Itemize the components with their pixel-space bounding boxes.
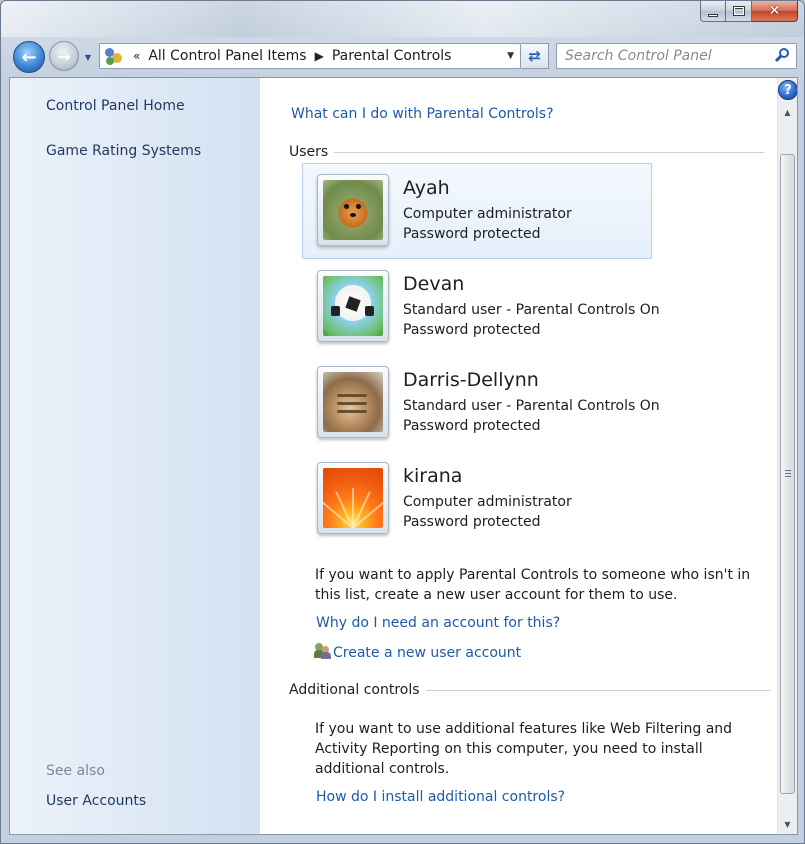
- breadcrumb-all-items[interactable]: All Control Panel Items: [148, 48, 306, 64]
- sidebar-link-user-accounts[interactable]: User Accounts: [46, 793, 146, 809]
- address-dropdown-icon[interactable]: ▼: [507, 51, 514, 61]
- create-new-user-account-link[interactable]: Create a new user account: [333, 645, 521, 661]
- why-need-account-link[interactable]: Why do I need an account for this?: [316, 615, 560, 631]
- user-name: Ayah: [403, 177, 450, 199]
- dog-avatar-icon: [323, 180, 383, 240]
- user-name: kirana: [403, 465, 463, 487]
- main-pane: What can I do with Parental Controls? Us…: [260, 78, 777, 834]
- minimize-icon: [708, 13, 718, 17]
- breadcrumb-overflow[interactable]: «: [133, 49, 140, 63]
- user-password-status: Password protected: [403, 322, 541, 338]
- scroll-up-button[interactable]: ▲: [778, 104, 797, 120]
- window-frame: ✕ ← → ▼ « All Control Panel Items ▶ Pare…: [0, 0, 805, 844]
- divider: [425, 689, 771, 691]
- additional-heading-text: Additional controls: [289, 682, 420, 698]
- user-tile-darris-dellynn[interactable]: Darris-Dellynn Standard user - Parental …: [302, 355, 660, 451]
- breadcrumb-separator-icon[interactable]: ▶: [315, 49, 324, 63]
- close-button[interactable]: ✕: [752, 1, 798, 22]
- sidebar-link-game-rating-systems[interactable]: Game Rating Systems: [46, 143, 201, 159]
- control-panel-icon: [103, 45, 125, 67]
- user-password-status: Password protected: [403, 226, 541, 242]
- forward-arrow-icon: →: [57, 46, 71, 66]
- user-name: Darris-Dellynn: [403, 369, 539, 391]
- user-type: Standard user - Parental Controls On: [403, 302, 660, 318]
- additional-controls-instructions: If you want to use additional features l…: [315, 721, 733, 777]
- users-section-heading: Users: [289, 144, 765, 160]
- avatar: [317, 366, 389, 438]
- scrollbar-thumb[interactable]: [780, 154, 795, 794]
- caption-buttons: ✕: [700, 1, 798, 23]
- new-account-instructions: If you want to apply Parental Controls t…: [315, 567, 751, 603]
- user-password-status: Password protected: [403, 514, 541, 530]
- sidebar: Control Panel Home Game Rating Systems S…: [10, 78, 260, 834]
- recent-pages-dropdown[interactable]: ▼: [82, 51, 94, 63]
- user-type: Computer administrator: [403, 206, 572, 222]
- maximize-button[interactable]: [726, 1, 752, 22]
- create-account-row[interactable]: Create a new user account: [314, 643, 521, 661]
- avatar: [317, 462, 389, 534]
- help-button[interactable]: ?: [778, 80, 797, 100]
- maximize-icon: [732, 6, 745, 16]
- user-accounts-icon: [314, 643, 332, 659]
- breadcrumb-parental-controls[interactable]: Parental Controls: [332, 48, 452, 64]
- search-placeholder: Search Control Panel: [565, 48, 712, 64]
- user-type: Computer administrator: [403, 494, 572, 510]
- user-tile-devan[interactable]: Devan Standard user - Parental Controls …: [302, 259, 660, 355]
- minimize-button[interactable]: [700, 1, 726, 22]
- scroll-down-button[interactable]: ▼: [778, 816, 797, 832]
- user-tile-ayah[interactable]: Ayah Computer administrator Password pro…: [302, 163, 652, 259]
- forward-button[interactable]: →: [49, 41, 79, 71]
- user-password-status: Password protected: [403, 418, 541, 434]
- help-link-what-can-i-do[interactable]: What can I do with Parental Controls?: [291, 106, 554, 122]
- search-input[interactable]: Search Control Panel: [556, 43, 797, 69]
- user-tile-kirana[interactable]: kirana Computer administrator Password p…: [302, 451, 652, 547]
- avatar: [317, 270, 389, 342]
- address-bar[interactable]: « All Control Panel Items ▶ Parental Con…: [99, 43, 521, 69]
- soccer-ball-avatar-icon: [323, 276, 383, 336]
- refresh-button[interactable]: ⇄: [521, 43, 549, 69]
- grip-icon: [785, 470, 791, 478]
- back-arrow-icon: ←: [21, 46, 37, 68]
- kitten-avatar-icon: [323, 372, 383, 432]
- see-also-heading: See also: [46, 763, 105, 779]
- additional-controls-section-heading: Additional controls: [289, 682, 771, 698]
- avatar: [317, 174, 389, 246]
- search-icon[interactable]: [774, 48, 790, 64]
- help-icon: ?: [784, 82, 792, 98]
- close-icon: ✕: [768, 3, 781, 19]
- content-area: Control Panel Home Game Rating Systems S…: [9, 77, 798, 835]
- user-type: Standard user - Parental Controls On: [403, 398, 660, 414]
- users-heading-text: Users: [289, 144, 329, 160]
- refresh-icon: ⇄: [528, 47, 541, 65]
- user-name: Devan: [403, 273, 465, 295]
- flower-avatar-icon: [323, 468, 383, 528]
- sidebar-link-control-panel-home[interactable]: Control Panel Home: [46, 98, 185, 114]
- install-additional-controls-link[interactable]: How do I install additional controls?: [316, 789, 565, 805]
- vertical-scrollbar[interactable]: ? ▲ ▼: [777, 78, 797, 834]
- divider: [334, 151, 765, 153]
- back-button[interactable]: ←: [13, 41, 45, 73]
